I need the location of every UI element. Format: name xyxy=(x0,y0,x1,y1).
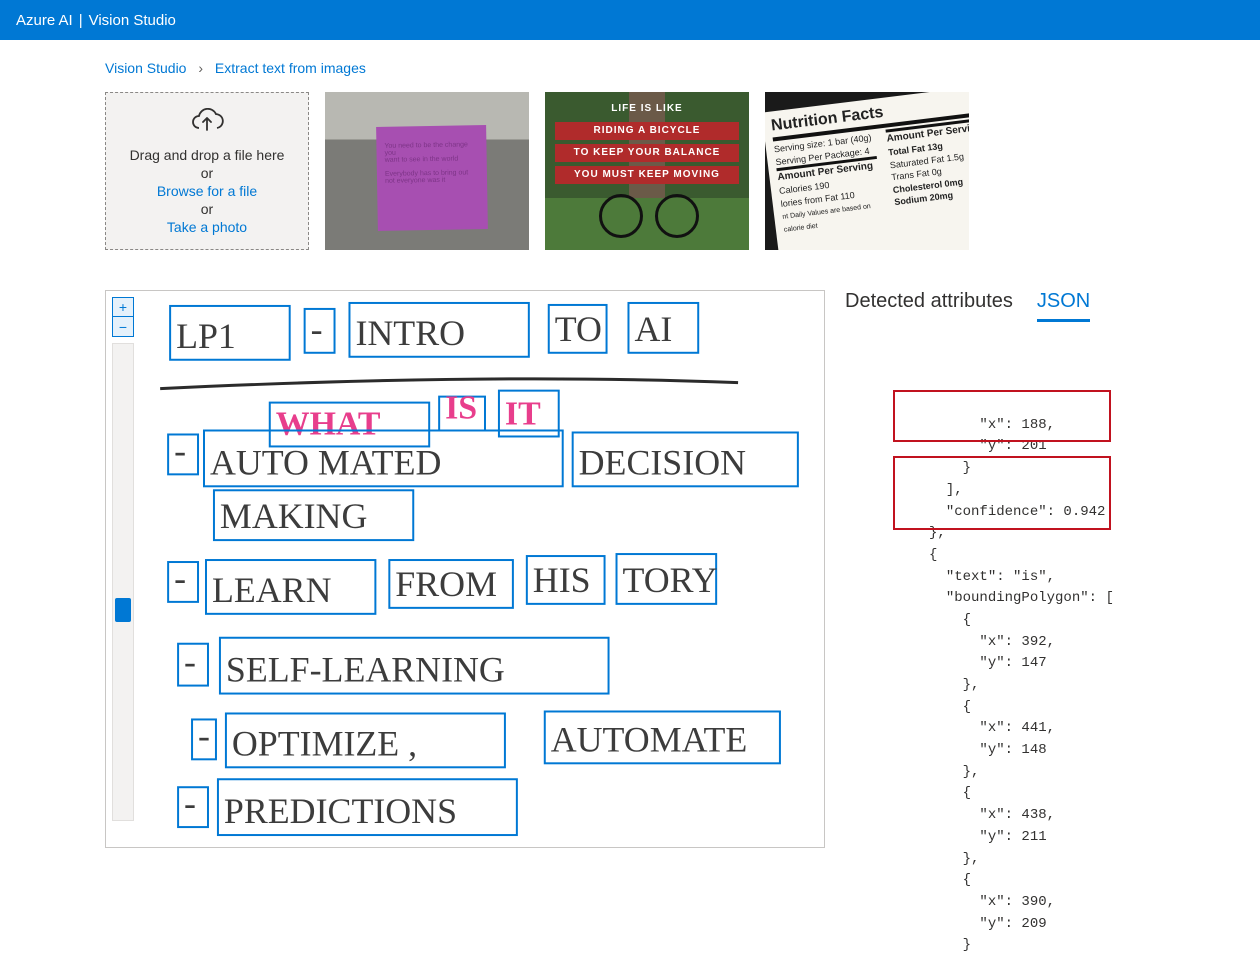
ocr-word-text: LP1 xyxy=(176,316,236,356)
results-panel: Detected attributes JSON "x": 188, "y": … xyxy=(845,290,1125,957)
upload-or-2: or xyxy=(201,201,213,217)
ocr-word-text: - xyxy=(198,715,210,755)
ocr-word-text: TORY xyxy=(622,560,717,600)
image-preview-pane: + − LP1-INTROTOAIWHATISIT-AUTO MATEDDECI… xyxy=(105,290,825,848)
app-header: Azure AI | Vision Studio xyxy=(0,0,1260,40)
ocr-word-text: - xyxy=(174,558,186,598)
header-separator: | xyxy=(79,12,83,29)
preview-scrollbar[interactable] xyxy=(112,343,134,821)
ocr-word-text: AUTO MATED xyxy=(210,442,441,482)
ocr-word-text: - xyxy=(174,430,186,470)
tape-text: TO KEEP YOUR BALANCE xyxy=(555,144,739,162)
sample-thumb-sticky-note[interactable]: You need to be the change youwant to see… xyxy=(325,92,529,250)
grass-graphic xyxy=(545,198,749,250)
ocr-word-text: OPTIMIZE , xyxy=(232,723,417,763)
ocr-word-text: INTRO xyxy=(355,313,465,353)
sticky-note-graphic: You need to be the change youwant to see… xyxy=(376,125,488,231)
chevron-right-icon: › xyxy=(198,60,203,76)
sample-thumb-bicycle[interactable]: LIFE IS LIKE RIDING A BICYCLE TO KEEP YO… xyxy=(545,92,749,250)
ocr-word-text: - xyxy=(184,783,196,823)
ocr-word-text: MAKING xyxy=(220,496,367,536)
browse-file-link[interactable]: Browse for a file xyxy=(157,183,257,199)
cloud-upload-icon xyxy=(187,108,227,139)
ocr-word-text: TO xyxy=(555,309,602,349)
ocr-word-text: DECISION xyxy=(579,442,746,482)
underline-stroke xyxy=(160,379,738,389)
ocr-word-text: SELF-LEARNING xyxy=(226,650,505,690)
scrollbar-thumb[interactable] xyxy=(115,598,131,622)
upload-drag-text: Drag and drop a file here xyxy=(130,147,285,163)
breadcrumb-root-link[interactable]: Vision Studio xyxy=(105,60,186,76)
ocr-word-text: FROM xyxy=(395,564,497,604)
tape-text: RIDING A BICYCLE xyxy=(555,122,739,140)
upload-or-1: or xyxy=(201,165,213,181)
nutrition-label-graphic: Nutrition Facts Serving size: 1 bar (40g… xyxy=(765,92,969,250)
breadcrumb-current-link[interactable]: Extract text from images xyxy=(215,60,366,76)
ocr-word-text: IS xyxy=(445,390,477,427)
json-output[interactable]: "x": 188, "y": 201 } ], "confidence": 0.… xyxy=(845,328,1125,957)
ocr-canvas: LP1-INTROTOAIWHATISIT-AUTO MATEDDECISION… xyxy=(140,291,824,847)
ocr-word-text: - xyxy=(184,642,196,682)
product-text: Vision Studio xyxy=(89,12,176,29)
take-photo-link[interactable]: Take a photo xyxy=(167,219,247,235)
zoom-out-button[interactable]: − xyxy=(112,317,134,337)
ocr-word-text: HIS xyxy=(533,560,591,600)
ocr-word-text: - xyxy=(311,309,323,349)
tape-text: YOU MUST KEEP MOVING xyxy=(555,166,739,184)
ocr-word-text: WHAT xyxy=(276,405,381,442)
wheel-icon xyxy=(599,194,643,238)
brand-text: Azure AI xyxy=(16,12,73,29)
ocr-word-text: LEARN xyxy=(212,570,332,610)
ocr-word-text: PREDICTIONS xyxy=(224,791,457,831)
tab-detected-attributes[interactable]: Detected attributes xyxy=(845,290,1013,322)
upload-dropzone[interactable]: Drag and drop a file here or Browse for … xyxy=(105,92,309,250)
sample-thumb-nutrition[interactable]: Nutrition Facts Serving size: 1 bar (40g… xyxy=(765,92,969,250)
breadcrumb: Vision Studio › Extract text from images xyxy=(105,40,1155,92)
ocr-word-text: AI xyxy=(634,309,672,349)
wheel-icon xyxy=(655,194,699,238)
zoom-in-button[interactable]: + xyxy=(112,297,134,317)
ocr-word-text: IT xyxy=(505,396,541,433)
ocr-word-text: AUTOMATE xyxy=(551,719,748,759)
tab-json[interactable]: JSON xyxy=(1037,290,1090,322)
tape-text: LIFE IS LIKE xyxy=(555,100,739,118)
sample-row: Drag and drop a file here or Browse for … xyxy=(105,92,1155,250)
